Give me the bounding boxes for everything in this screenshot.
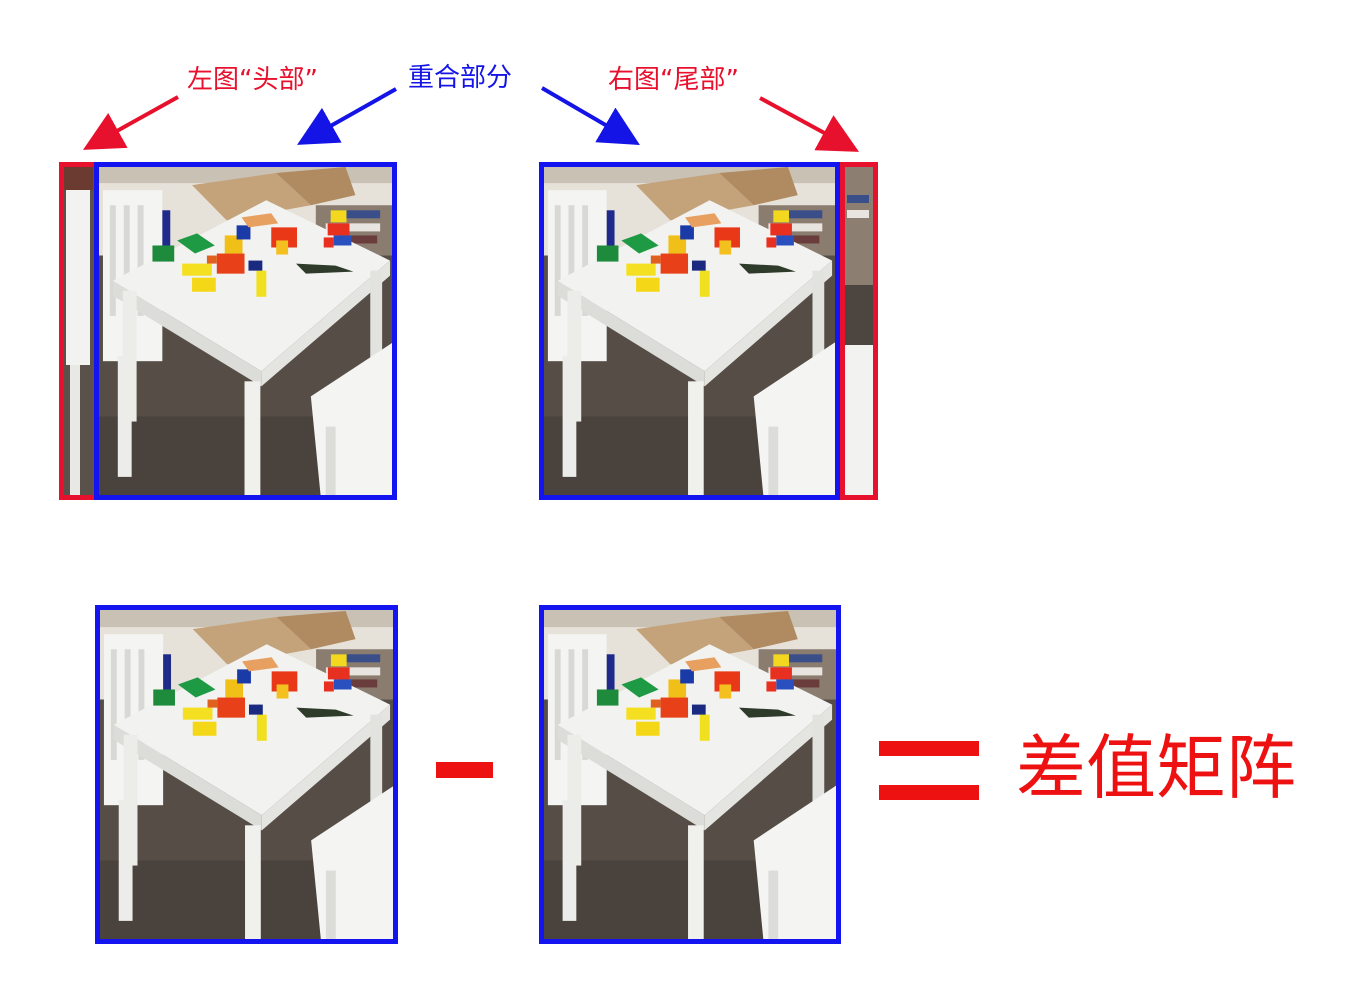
arrow-right-tail	[759, 96, 860, 152]
arrow-left-head	[83, 95, 179, 150]
equals-sign-top-bar	[879, 741, 979, 756]
arrow-overlap-left	[297, 87, 397, 145]
difference-matrix-label: 差值矩阵	[1016, 727, 1296, 809]
bottom-right-overlap-frame	[539, 605, 841, 944]
equals-sign-bottom-bar	[879, 785, 979, 800]
minus-sign	[436, 762, 493, 778]
right-overlap-frame	[539, 162, 840, 500]
bottom-left-overlap-frame	[95, 605, 398, 944]
arrow-overlap-right	[540, 86, 640, 146]
left-head-frame	[59, 162, 98, 500]
left-overlap-frame	[94, 162, 397, 500]
right-tail-frame	[840, 162, 878, 500]
